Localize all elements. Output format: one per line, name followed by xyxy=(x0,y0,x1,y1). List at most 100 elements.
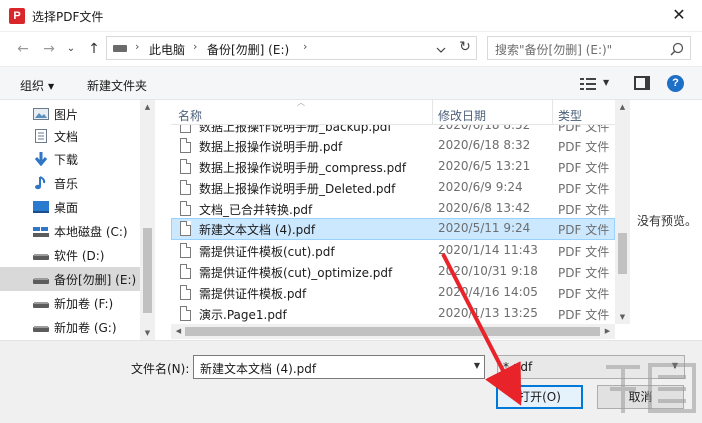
new-folder-button[interactable]: 新建文件夹 xyxy=(87,77,147,94)
forward-arrow-icon[interactable]: → xyxy=(39,39,59,59)
file-type: PDF 文件 xyxy=(558,245,610,259)
breadcrumb-separator: › xyxy=(193,40,198,53)
pdf-file-icon xyxy=(180,201,191,216)
column-header-type[interactable]: 类型 xyxy=(558,107,582,124)
file-type: PDF 文件 xyxy=(558,223,610,237)
close-button[interactable]: ✕ xyxy=(656,0,702,32)
file-row[interactable]: 需提供证件模板.pdf 2020/4/16 14:05 PDF 文件 xyxy=(171,282,615,303)
address-dropdown-chevron-icon[interactable] xyxy=(431,41,451,61)
scroll-down-arrow-icon[interactable]: ▼ xyxy=(140,326,155,340)
pictures-icon xyxy=(33,108,49,120)
sidebar-item-label: 本地磁盘 (C:) xyxy=(54,225,128,239)
pdf-file-icon xyxy=(180,221,191,236)
sidebar-scroll-thumb[interactable] xyxy=(143,228,152,313)
file-date: 2020/6/18 8:32 xyxy=(438,138,531,152)
sidebar-item-music[interactable]: 音乐 xyxy=(0,171,140,195)
file-row[interactable]: 数据上报操作说明手册_compress.pdf 2020/6/5 13:21 P… xyxy=(171,156,615,177)
site-watermark-logo xyxy=(606,363,696,413)
sidebar-item-desktop[interactable]: 桌面 xyxy=(0,195,140,219)
view-details-icon[interactable] xyxy=(580,77,596,91)
horizontal-scroll-thumb[interactable] xyxy=(185,327,600,336)
column-divider[interactable] xyxy=(432,100,433,125)
sidebar-item-downloads[interactable]: 下载 xyxy=(0,147,140,171)
desktop-icon xyxy=(33,201,49,213)
sidebar-item-label: 软件 (D:) xyxy=(54,249,105,263)
filename-input[interactable]: 新建文本文档 (4).pdf ▼ xyxy=(193,355,485,379)
sidebar-item-label: 音乐 xyxy=(54,177,79,191)
sidebar-item-drive-d[interactable]: 软件 (D:) xyxy=(0,243,140,267)
file-row[interactable]: 数据上报操作说明手册_Deleted.pdf 2020/6/9 9:24 PDF… xyxy=(171,177,615,198)
title-bar: P 选择PDF文件 ✕ xyxy=(0,0,702,32)
scroll-down-arrow-icon[interactable]: ▼ xyxy=(615,310,630,324)
refresh-icon[interactable]: ↻ xyxy=(455,37,475,57)
scroll-left-arrow-icon[interactable]: ◀ xyxy=(171,324,186,338)
column-header-name[interactable]: 名称 xyxy=(178,107,202,124)
breadcrumb-this-pc[interactable]: 此电脑 xyxy=(149,41,185,58)
sidebar-item-drive-c[interactable]: 本地磁盘 (C:) xyxy=(0,219,140,243)
file-date: 2020/6/5 13:21 xyxy=(438,159,531,173)
organize-menu[interactable]: 组织 ▼ xyxy=(20,77,54,94)
help-icon[interactable]: ? xyxy=(667,75,684,92)
sidebar-item-label: 新加卷 (G:) xyxy=(54,321,117,335)
address-bar[interactable]: › 此电脑 › 备份[勿删] (E:) › xyxy=(106,36,477,60)
scroll-up-arrow-icon[interactable]: ▲ xyxy=(140,100,155,114)
file-row[interactable]: 需提供证件模板(cut)_optimize.pdf 2020/10/31 9:1… xyxy=(171,261,615,282)
file-row[interactable]: 文档_已合并转换.pdf 2020/6/8 13:42 PDF 文件 xyxy=(171,198,615,219)
file-type: PDF 文件 xyxy=(558,140,610,154)
file-row-selected[interactable]: 新建文本文档 (4).pdf 2020/5/11 9:24 PDF 文件 xyxy=(171,218,615,240)
chevron-down-icon[interactable]: ▼ xyxy=(474,361,480,370)
pdf-file-icon xyxy=(180,138,191,153)
pdf-file-icon xyxy=(180,285,191,300)
pdf-file-icon xyxy=(180,159,191,174)
column-header-row-overlay: ︿ 名称 修改日期 类型 xyxy=(171,100,615,125)
up-folder-arrow-icon[interactable]: ↑ xyxy=(84,39,104,59)
column-divider[interactable] xyxy=(552,100,553,125)
file-name: 需提供证件模板(cut)_optimize.pdf xyxy=(199,266,393,280)
file-type: PDF 文件 xyxy=(558,308,610,322)
organize-label: 组织 xyxy=(20,79,45,93)
view-options-caret-icon[interactable]: ▼ xyxy=(603,78,609,87)
file-list: ︿ 名称 修改日期 类型 数据上报操作说明手册_backup.pdf 2020/… xyxy=(171,100,615,324)
back-arrow-icon[interactable]: ← xyxy=(13,39,33,59)
sidebar-item-label: 图片 xyxy=(54,108,79,122)
file-row[interactable]: 需提供证件模板(cut).pdf 2020/1/14 11:43 PDF 文件 xyxy=(171,240,615,261)
column-header-date[interactable]: 修改日期 xyxy=(438,107,486,124)
file-name: 数据上报操作说明手册_compress.pdf xyxy=(199,161,407,175)
file-date: 2020/1/13 13:25 xyxy=(438,306,538,320)
file-name: 演示.Page1.pdf xyxy=(199,308,287,322)
open-button[interactable]: 打开(O) xyxy=(496,385,583,409)
sidebar-item-label: 新加卷 (F:) xyxy=(54,297,114,311)
search-placeholder: 搜索"备份[勿删] (E:)" xyxy=(495,43,613,57)
sidebar-scrollbar[interactable]: ▲ ▼ xyxy=(140,100,155,340)
sidebar-item-label: 桌面 xyxy=(54,201,79,215)
file-name: 新建文本文档 (4).pdf xyxy=(199,223,316,237)
file-type: PDF 文件 xyxy=(558,161,610,175)
preview-pane-toggle-icon[interactable] xyxy=(634,76,650,90)
search-box[interactable]: 搜索"备份[勿删] (E:)" xyxy=(487,36,691,60)
sidebar-item-drive-g[interactable]: 新加卷 (G:) xyxy=(0,315,140,339)
drive-icon xyxy=(33,302,49,308)
file-list-horizontal-scrollbar[interactable]: ◀ ▶ xyxy=(171,324,615,339)
file-row[interactable]: 数据上报操作说明手册.pdf 2020/6/18 8:32 PDF 文件 xyxy=(171,135,615,156)
vertical-scroll-thumb[interactable] xyxy=(618,233,627,274)
file-name: 数据上报操作说明手册.pdf xyxy=(199,140,343,154)
sidebar-item-pictures[interactable]: 图片 xyxy=(0,102,140,126)
breadcrumb-drive-e[interactable]: 备份[勿删] (E:) xyxy=(207,41,289,58)
file-row[interactable]: 演示.Page1.pdf 2020/1/13 13:25 PDF 文件 xyxy=(171,303,615,324)
sidebar-item-label: 文档 xyxy=(54,130,79,144)
filename-value: 新建文本文档 (4).pdf xyxy=(200,362,317,376)
file-date: 2020/6/8 13:42 xyxy=(438,201,531,215)
sidebar-item-label: 下载 xyxy=(54,153,79,167)
file-date: 2020/1/14 11:43 xyxy=(438,243,538,257)
scroll-right-arrow-icon[interactable]: ▶ xyxy=(600,324,615,338)
scroll-up-arrow-icon[interactable]: ▲ xyxy=(615,100,630,114)
file-date: 2020/4/16 14:05 xyxy=(438,285,538,299)
drive-icon xyxy=(33,326,49,332)
recent-locations-chevron-icon[interactable]: ⌄ xyxy=(61,39,81,59)
command-toolbar: 组织 ▼ 新建文件夹 ▼ ? xyxy=(0,66,702,100)
downloads-icon xyxy=(34,152,48,166)
sidebar-item-drive-f[interactable]: 新加卷 (F:) xyxy=(0,291,140,315)
file-list-vertical-scrollbar[interactable]: ▲ ▼ xyxy=(615,100,630,324)
sidebar-item-documents[interactable]: 文档 xyxy=(0,124,140,148)
sidebar-item-drive-e[interactable]: 备份[勿删] (E:) xyxy=(0,267,140,291)
